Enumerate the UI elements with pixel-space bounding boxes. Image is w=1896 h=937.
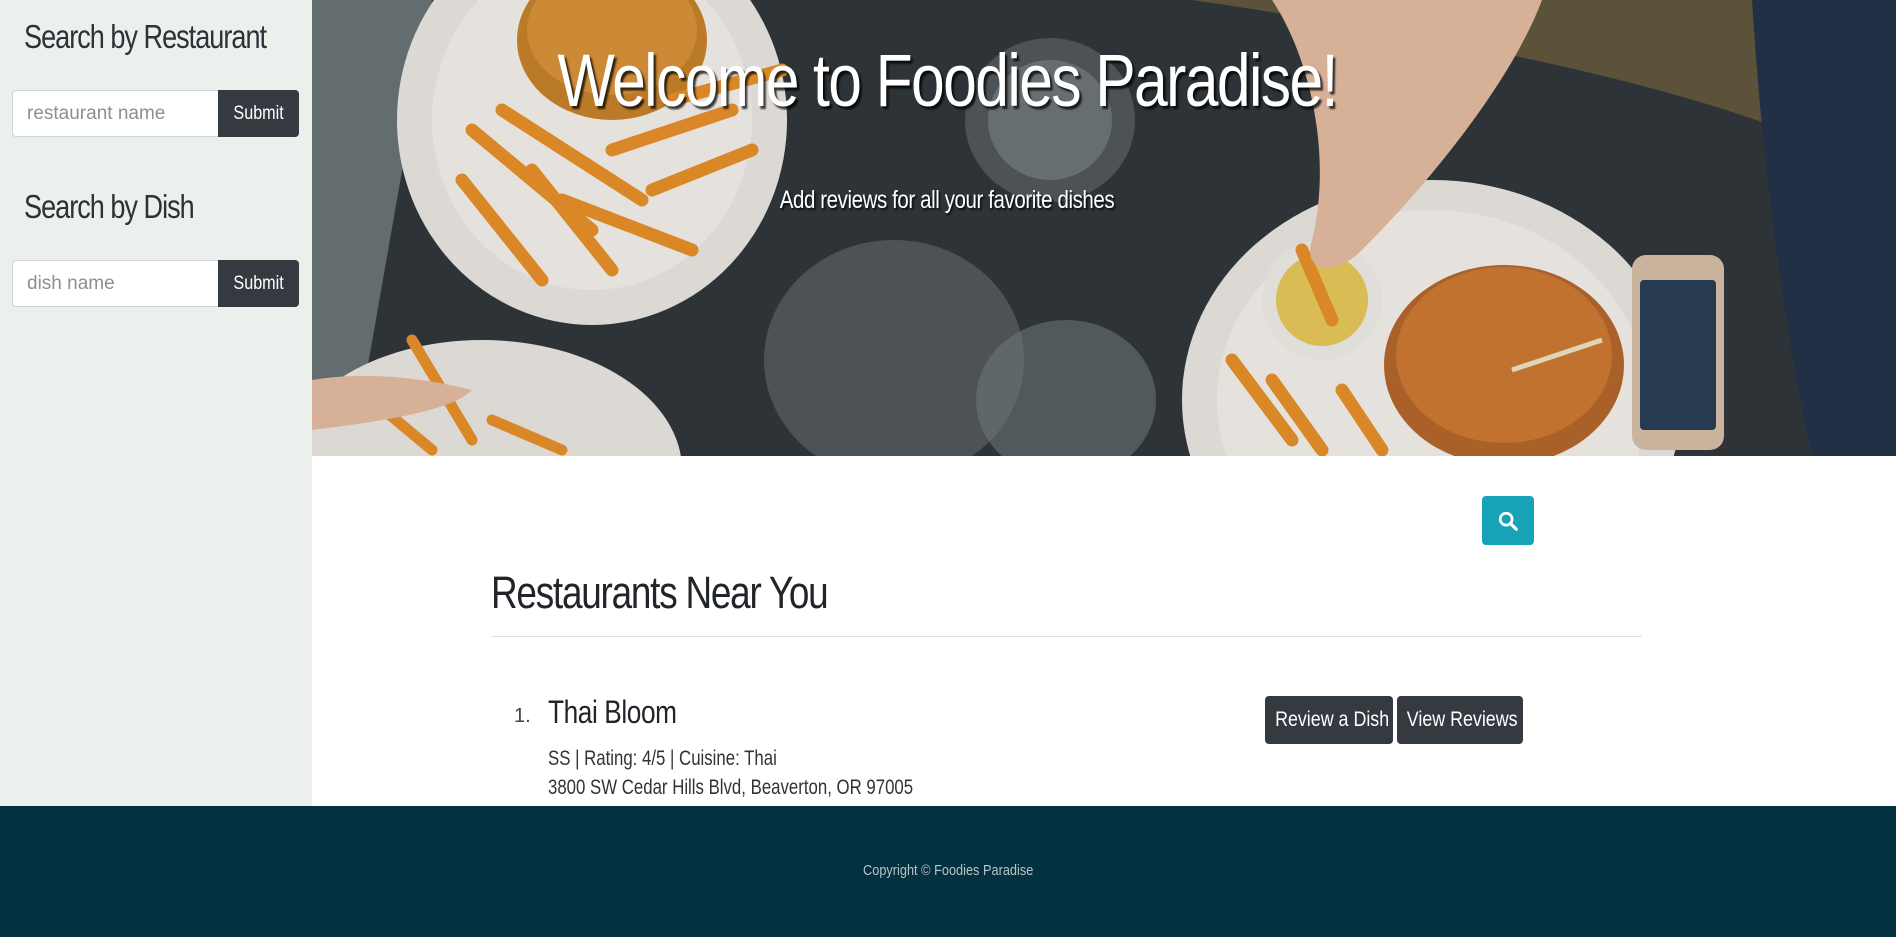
hero-title-text: Welcome to Foodies Paradise! [557, 39, 1338, 122]
restaurant-search-form: Submit [12, 90, 299, 137]
hero-title: Welcome to Foodies Paradise! [312, 38, 1582, 123]
dish-name-input[interactable] [12, 260, 218, 307]
restaurant-submit-label: Submit [233, 102, 284, 124]
dish-search-heading: Search by Dish [24, 188, 195, 225]
view-reviews-label: View Reviews [1406, 708, 1518, 731]
restaurant-name: Thai Bloom [548, 694, 677, 730]
footer-copyright: Copyright © Foodies Paradise [0, 862, 1896, 879]
dish-submit-button[interactable]: Submit [218, 260, 299, 307]
restaurant-search-heading: Search by Restaurant [24, 18, 267, 55]
restaurant-name-input[interactable] [12, 90, 218, 137]
search-icon [1498, 511, 1518, 531]
sidebar: Search by Restaurant Submit Search by Di… [0, 0, 312, 806]
section-divider [491, 636, 1642, 637]
hero-banner: Welcome to Foodies Paradise! Add reviews… [312, 0, 1896, 456]
hero-subtitle: Add reviews for all your favorite dishes [312, 186, 1582, 215]
view-reviews-button[interactable]: View Reviews [1397, 696, 1523, 744]
review-a-dish-button[interactable]: Review a Dish [1265, 696, 1393, 744]
hero-subtitle-text: Add reviews for all your favorite dishes [779, 186, 1115, 214]
restaurant-submit-button[interactable]: Submit [218, 90, 299, 137]
dish-search-form: Submit [12, 260, 299, 307]
search-button[interactable] [1482, 496, 1534, 545]
restaurant-meta: SS | Rating: 4/5 | Cuisine: Thai [548, 747, 777, 770]
review-a-dish-label: Review a Dish [1275, 708, 1390, 731]
restaurants-near-you-title: Restaurants Near You [491, 567, 829, 618]
restaurant-address: 3800 SW Cedar Hills Blvd, Beaverton, OR … [548, 776, 914, 799]
list-item-number: 1. [514, 705, 531, 727]
dish-submit-label: Submit [233, 272, 284, 294]
footer-copyright-text: Copyright © Foodies Paradise [862, 862, 1034, 879]
